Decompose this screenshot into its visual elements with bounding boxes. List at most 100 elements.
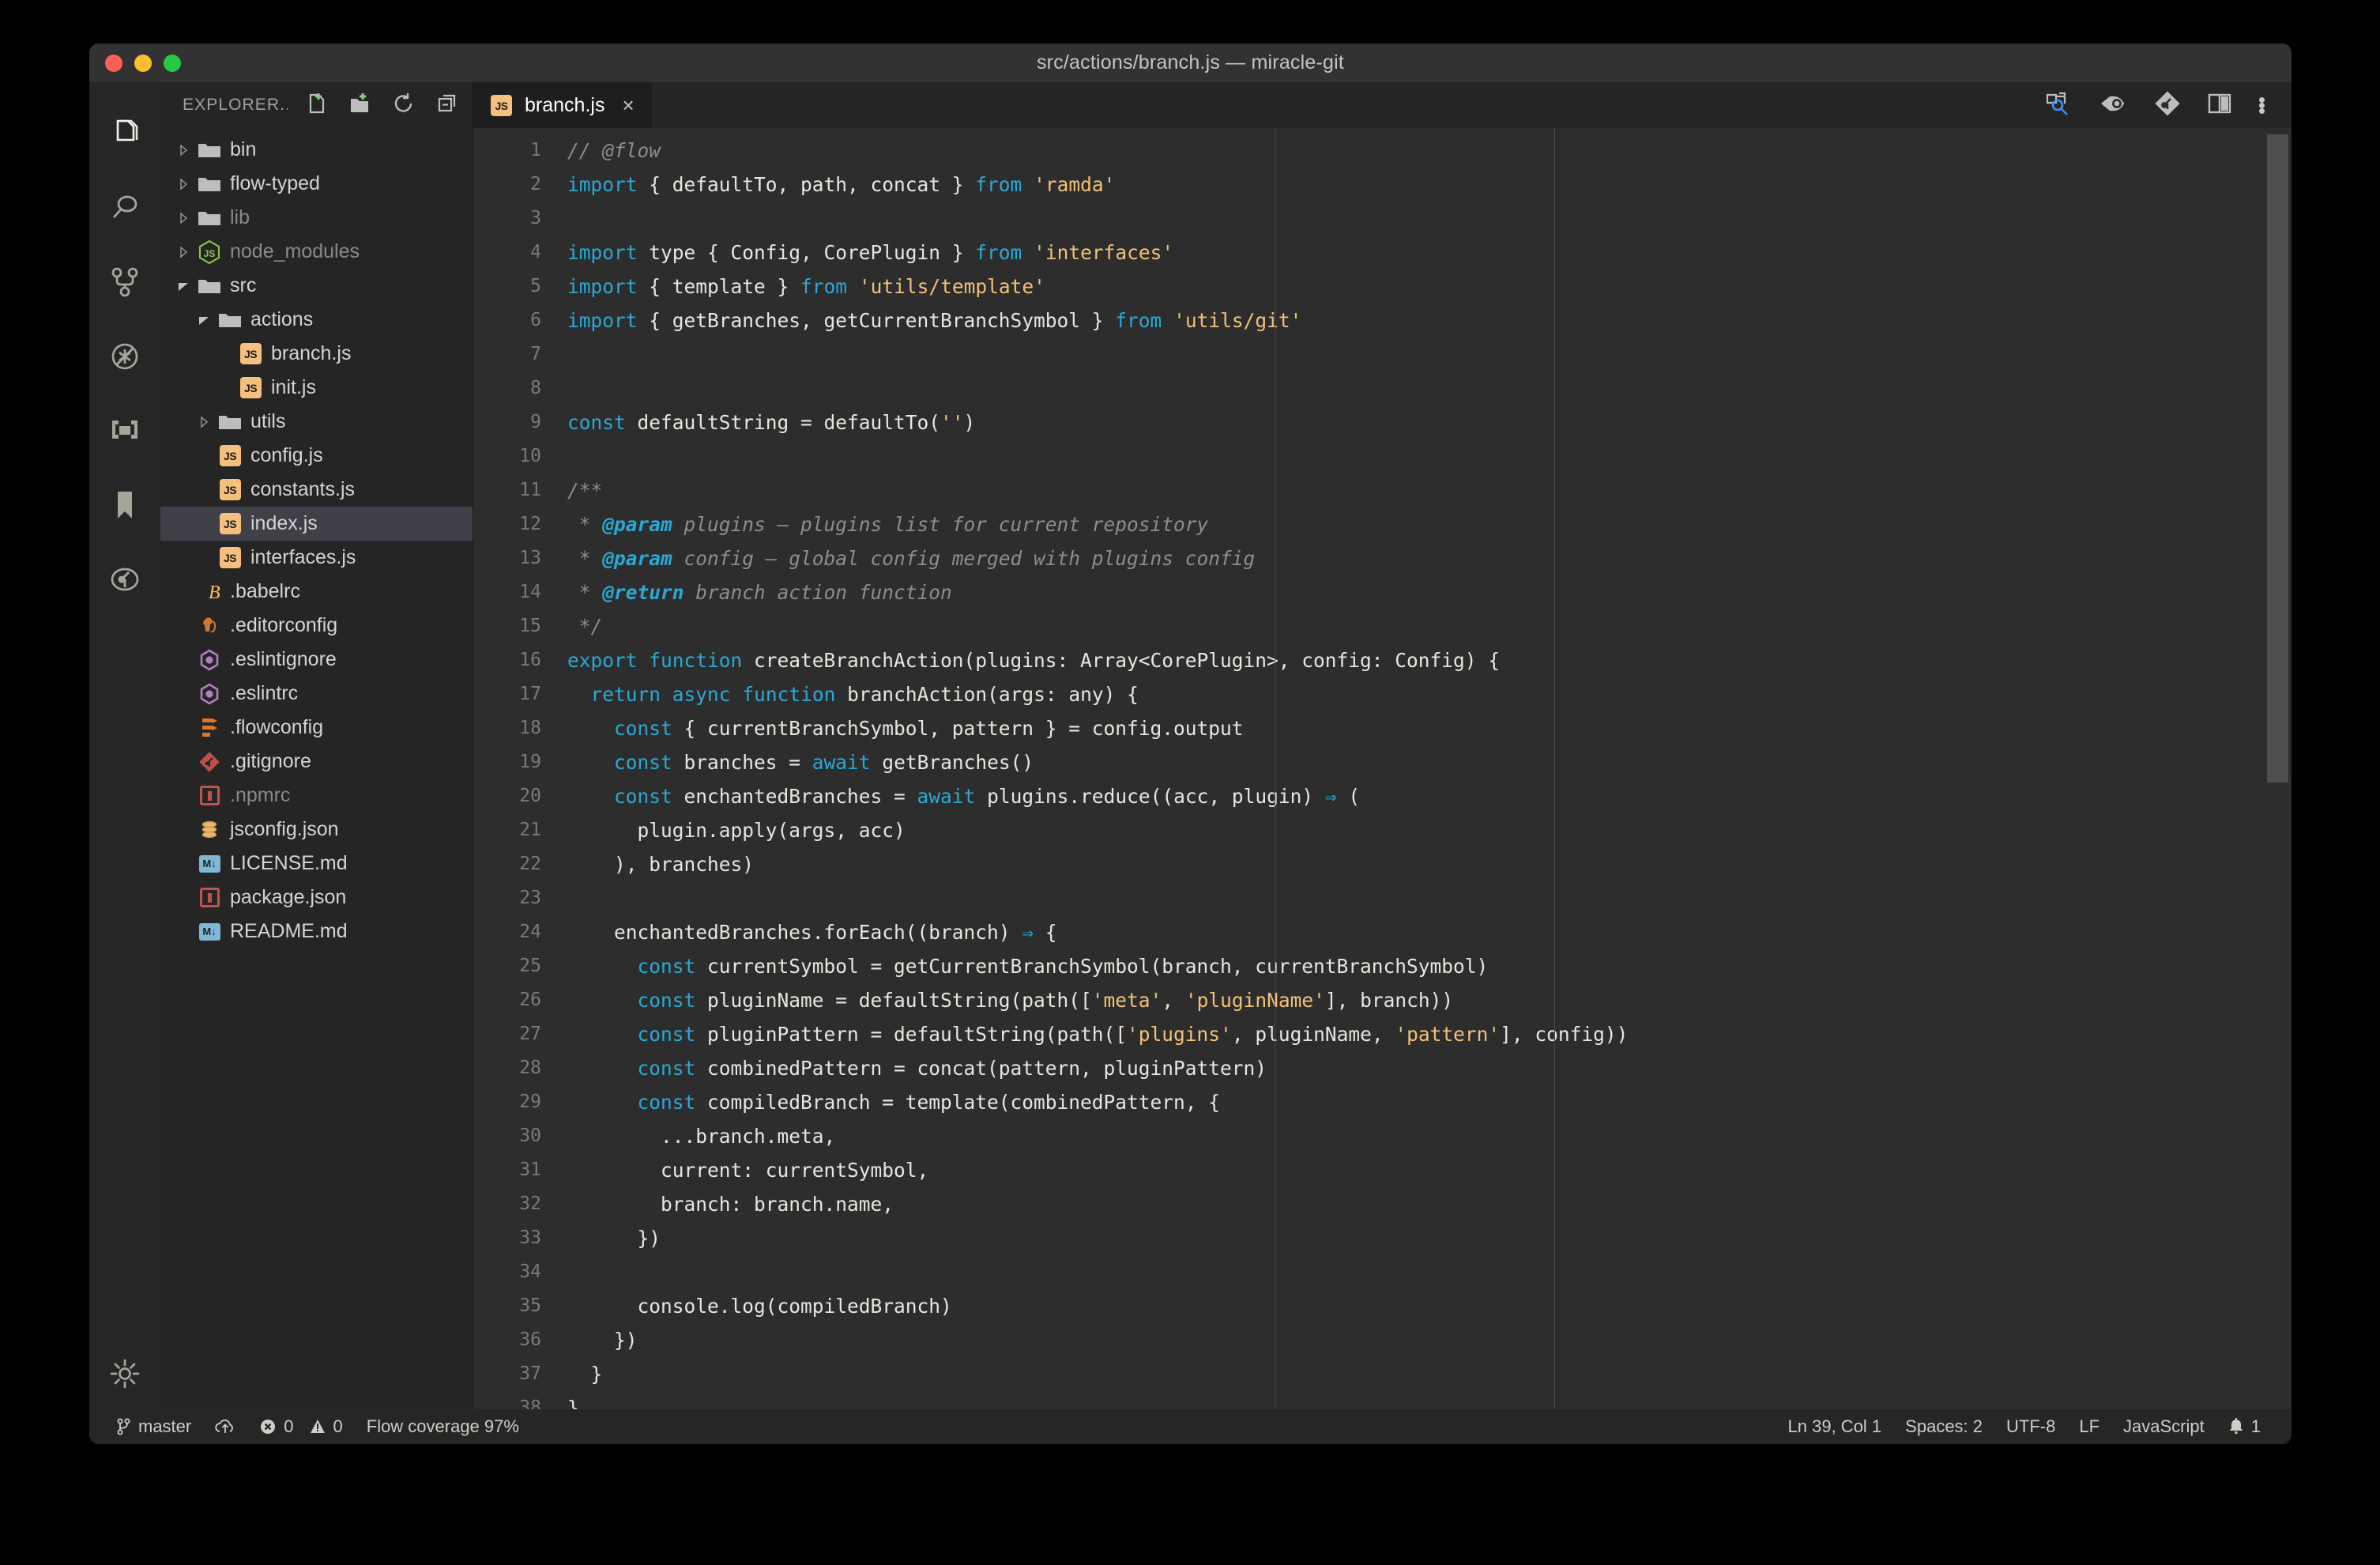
editor-viewport[interactable]: 1 // @flow 2 import { defaultTo, path, conc… bbox=[473, 128, 2292, 1409]
ellipsis-icon[interactable] bbox=[2259, 96, 2265, 114]
tree-item-jsconfig-json[interactable]: jsconfig.json bbox=[160, 813, 473, 847]
new-folder-icon[interactable] bbox=[348, 92, 371, 119]
code-line[interactable]: 33 }) bbox=[473, 1221, 2292, 1255]
code-line[interactable]: 29 const compiledBranch = template(combi… bbox=[473, 1085, 2292, 1119]
code-line[interactable]: 25 const currentSymbol = getCurrentBranc… bbox=[473, 949, 2292, 983]
code-line[interactable]: 16 export function createBranchAction(plu… bbox=[473, 643, 2292, 677]
tree-item-src[interactable]: src bbox=[160, 269, 473, 303]
code-line[interactable]: 17 return async function branchAction(ar… bbox=[473, 677, 2292, 711]
chevron-right-icon[interactable] bbox=[194, 415, 214, 428]
code-line[interactable]: 9 const defaultString = defaultTo('') bbox=[473, 405, 2292, 439]
code-line[interactable]: 5 import { template } from 'utils/templat… bbox=[473, 270, 2292, 304]
code-line[interactable]: 11 /** bbox=[473, 473, 2292, 507]
chevron-down-icon[interactable] bbox=[194, 314, 214, 326]
code-line[interactable]: 10 bbox=[473, 439, 2292, 473]
chevron-right-icon[interactable] bbox=[173, 177, 194, 190]
eye-icon[interactable] bbox=[2098, 92, 2128, 119]
chevron-right-icon[interactable] bbox=[173, 211, 194, 224]
tree-item-config-js[interactable]: JS config.js bbox=[160, 439, 473, 473]
status-sync[interactable] bbox=[203, 1418, 247, 1435]
code-line[interactable]: 8 bbox=[473, 371, 2292, 405]
collapse-all-icon[interactable] bbox=[436, 92, 460, 119]
refresh-icon[interactable] bbox=[392, 92, 416, 119]
tree-item-utils[interactable]: utils bbox=[160, 405, 473, 439]
code-line[interactable]: 24 enchantedBranches.forEach((branch) ⇒ … bbox=[473, 915, 2292, 949]
tree-item-dot-eslintrc[interactable]: .eslintrc bbox=[160, 677, 473, 711]
code-line[interactable]: 36 }) bbox=[473, 1323, 2292, 1357]
code-line[interactable]: 18 const { currentBranchSymbol, pattern … bbox=[473, 711, 2292, 745]
status-eol[interactable]: LF bbox=[2067, 1416, 2111, 1437]
code-line[interactable]: 35 console.log(compiledBranch) bbox=[473, 1289, 2292, 1323]
code-line[interactable]: 4 import type { Config, CorePlugin } from… bbox=[473, 236, 2292, 270]
tree-item-constants-js[interactable]: JS constants.js bbox=[160, 473, 473, 507]
close-icon[interactable]: × bbox=[622, 93, 634, 118]
tree-item-dot-flowconfig[interactable]: .flowconfig bbox=[160, 711, 473, 745]
code-line[interactable]: 34 bbox=[473, 1255, 2292, 1289]
tree-item-node-modules[interactable]: JS node_modules bbox=[160, 235, 473, 269]
code-line[interactable]: 6 import { getBranches, getCurrentBranchS… bbox=[473, 304, 2292, 338]
code-line[interactable]: 38} bbox=[473, 1391, 2292, 1409]
code-line[interactable]: 31 current: currentSymbol, bbox=[473, 1153, 2292, 1187]
tree-item-dot-editorconfig[interactable]: .editorconfig bbox=[160, 609, 473, 643]
code-line[interactable]: 15 */ bbox=[473, 609, 2292, 643]
code-line[interactable]: 2 import { defaultTo, path, concat } from… bbox=[473, 168, 2292, 202]
code-line[interactable]: 21 plugin.apply(args, acc) bbox=[473, 813, 2292, 847]
code-line[interactable]: 37 } bbox=[473, 1357, 2292, 1391]
status-encoding[interactable]: UTF-8 bbox=[1994, 1416, 2067, 1437]
code-line[interactable]: 19 const branches = await getBranches() bbox=[473, 745, 2292, 779]
file-search-icon[interactable] bbox=[2044, 90, 2071, 121]
new-file-icon[interactable] bbox=[305, 92, 327, 119]
code-line[interactable]: 30 ...branch.meta, bbox=[473, 1119, 2292, 1153]
tree-item-lib[interactable]: lib bbox=[160, 201, 473, 235]
activity-manage-settings[interactable] bbox=[89, 1338, 160, 1409]
file-tree[interactable]: bin flow-typed lib JS node_modules src actions… bbox=[160, 128, 473, 948]
status-flow-coverage[interactable]: Flow coverage 97% bbox=[355, 1416, 531, 1437]
activity-bookmarks[interactable] bbox=[89, 468, 160, 542]
code-line[interactable]: 3 bbox=[473, 202, 2292, 236]
tree-item-dot-npmrc[interactable]: .npmrc bbox=[160, 779, 473, 813]
split-editor-icon[interactable] bbox=[2207, 92, 2232, 119]
vertical-scrollbar-slider[interactable] bbox=[2267, 134, 2288, 782]
tree-item-readme-md[interactable]: M↓ README.md bbox=[160, 914, 473, 948]
activity-search[interactable] bbox=[89, 171, 160, 245]
close-window-button[interactable] bbox=[105, 54, 122, 72]
code-line[interactable]: 1 // @flow bbox=[473, 134, 2292, 168]
maximize-window-button[interactable] bbox=[164, 54, 181, 72]
chevron-down-icon[interactable] bbox=[173, 280, 194, 292]
tree-item-init-js[interactable]: JS init.js bbox=[160, 371, 473, 405]
status-problems[interactable]: 0 0 bbox=[247, 1416, 355, 1437]
code-content[interactable]: 1 // @flow 2 import { defaultTo, path, conc… bbox=[473, 128, 2292, 1409]
tree-item-index-js[interactable]: JS index.js bbox=[160, 507, 473, 541]
code-line[interactable]: 14 * @return branch action function bbox=[473, 575, 2292, 609]
status-indentation[interactable]: Spaces: 2 bbox=[1893, 1416, 1994, 1437]
code-line[interactable]: 13 * @param config — global config merge… bbox=[473, 541, 2292, 575]
tree-item-actions[interactable]: actions bbox=[160, 303, 473, 337]
status-cursor-position[interactable]: Ln 39, Col 1 bbox=[1776, 1416, 1894, 1437]
minimize-window-button[interactable] bbox=[134, 54, 152, 72]
code-line[interactable]: 23 bbox=[473, 881, 2292, 915]
status-branch[interactable]: master bbox=[105, 1416, 203, 1437]
code-line[interactable]: 26 const pluginName = defaultString(path… bbox=[473, 983, 2292, 1017]
activity-explorer[interactable] bbox=[89, 96, 160, 171]
code-line[interactable]: 12 * @param plugins — plugins list for c… bbox=[473, 507, 2292, 541]
tree-item-dot-babelrc[interactable]: B .babelrc bbox=[160, 575, 473, 609]
activity-extensions[interactable] bbox=[89, 394, 160, 468]
tree-item-branch-js[interactable]: JS branch.js bbox=[160, 337, 473, 371]
tab-branch-js[interactable]: JS branch.js × bbox=[473, 82, 652, 128]
code-line[interactable]: 20 const enchantedBranches = await plugi… bbox=[473, 779, 2292, 813]
code-line[interactable]: 7 bbox=[473, 338, 2292, 371]
code-line[interactable]: 28 const combinedPattern = concat(patter… bbox=[473, 1051, 2292, 1085]
git-icon[interactable] bbox=[2155, 90, 2180, 120]
code-line[interactable]: 27 const pluginPattern = defaultString(p… bbox=[473, 1017, 2292, 1051]
tree-item-interfaces-js[interactable]: JS interfaces.js bbox=[160, 541, 473, 575]
chevron-right-icon[interactable] bbox=[173, 245, 194, 258]
activity-debug[interactable] bbox=[89, 319, 160, 394]
tree-item-package-json[interactable]: package.json bbox=[160, 881, 473, 914]
status-notifications[interactable]: 1 bbox=[2216, 1416, 2273, 1437]
chevron-right-icon[interactable] bbox=[173, 143, 194, 156]
activity-source-control[interactable] bbox=[89, 245, 160, 319]
tree-item-bin[interactable]: bin bbox=[160, 133, 473, 167]
activity-gitlens[interactable] bbox=[89, 542, 160, 617]
tree-item-flow-typed[interactable]: flow-typed bbox=[160, 167, 473, 201]
code-line[interactable]: 22 ), branches) bbox=[473, 847, 2292, 881]
